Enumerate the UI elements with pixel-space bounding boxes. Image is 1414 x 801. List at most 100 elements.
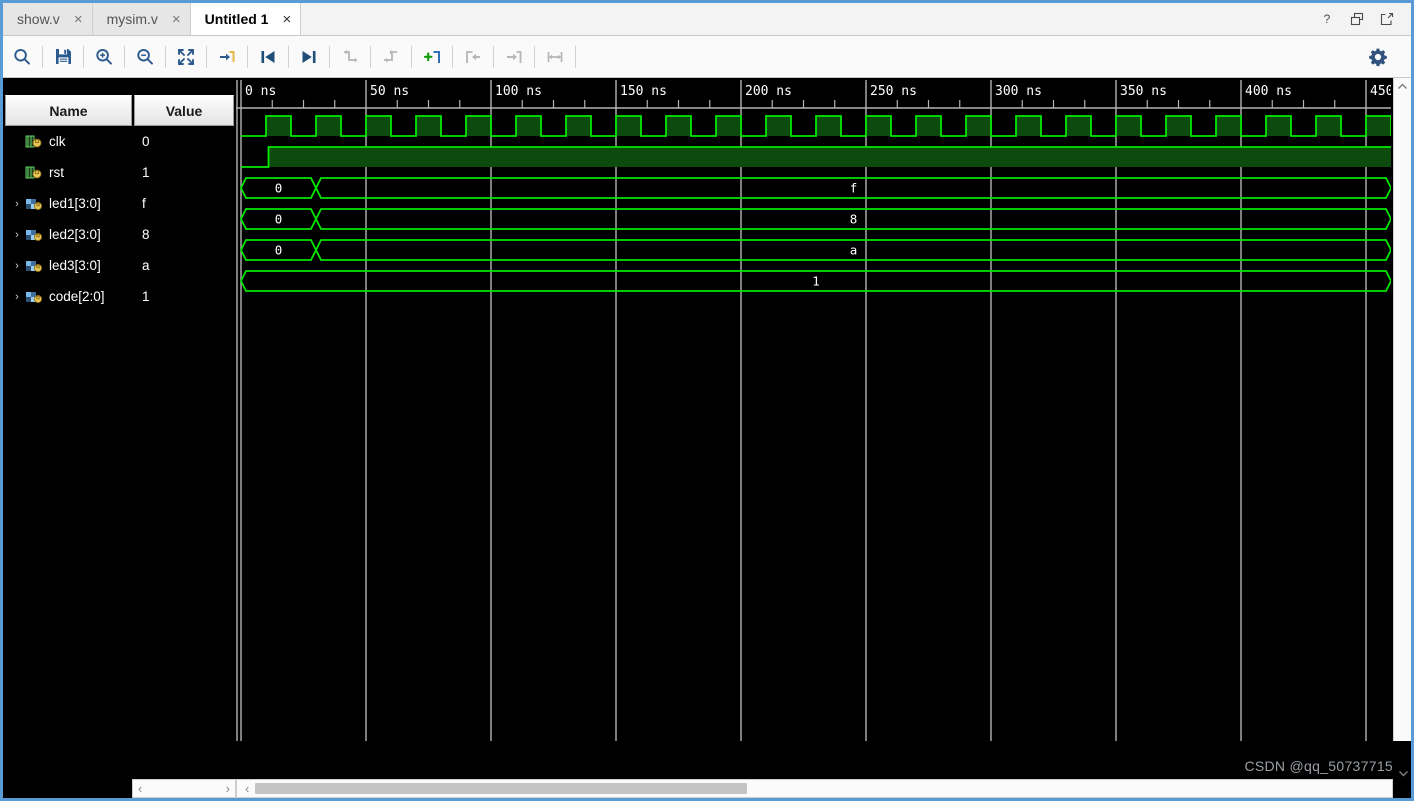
signal-name: led3[3:0] [49, 258, 101, 273]
signal-table-header: Name Value [3, 95, 236, 126]
signal-row-rst[interactable]: rst 1 [3, 157, 236, 188]
svg-text:0: 0 [275, 212, 283, 227]
signal-name-cell[interactable]: › led2[3:0] [5, 219, 132, 250]
toolbar-separator [124, 45, 125, 68]
close-icon[interactable]: × [172, 12, 181, 27]
waveform-canvas[interactable]: 0 ns 50 ns 100 ns 150 ns 200 ns 250 ns 300 ns 3… [236, 78, 1391, 741]
toolbar-separator [493, 45, 494, 68]
wire-icon [25, 166, 43, 180]
previous-edge-button[interactable] [331, 37, 369, 77]
scroll-right-icon[interactable]: › [226, 781, 230, 796]
svg-text:?: ? [1324, 12, 1331, 26]
column-header-value[interactable]: Value [134, 95, 234, 126]
restore-window-icon[interactable] [1349, 11, 1365, 27]
float-window-icon[interactable] [1379, 11, 1395, 27]
signal-name-cell[interactable]: rst [5, 157, 132, 188]
tab-untitled-1[interactable]: Untitled 1 × [190, 3, 302, 35]
previous-transition-button[interactable] [249, 37, 287, 77]
scroll-up-icon[interactable] [1397, 78, 1408, 91]
signal-pane-footer: ‹ › [3, 741, 236, 798]
value-column-footer: ‹ › [132, 741, 236, 798]
column-header-name[interactable]: Name [5, 95, 132, 126]
signal-name-cell[interactable]: clk [5, 126, 132, 157]
scrollbar-thumb[interactable] [255, 783, 748, 794]
svg-text:1: 1 [812, 274, 820, 289]
signal-name-cell[interactable]: › led3[3:0] [5, 250, 132, 281]
toolbar-separator [329, 45, 330, 68]
waveform-scroll-area: 0 ns 50 ns 100 ns 150 ns 200 ns 250 ns 300 ns 3… [236, 78, 1411, 741]
zoom-fit-button[interactable] [167, 37, 205, 77]
svg-text:a: a [850, 243, 858, 258]
svg-text:400 ns: 400 ns [1245, 84, 1292, 99]
svg-text:250 ns: 250 ns [870, 84, 917, 99]
waveform-horizontal-scrollbar[interactable]: ‹ [236, 779, 1393, 798]
save-button[interactable] [44, 37, 82, 77]
previous-marker-button[interactable] [454, 37, 492, 77]
signal-name: led1[3:0] [49, 196, 101, 211]
signal-row-clk[interactable]: clk 0 [3, 126, 236, 157]
close-icon[interactable]: × [74, 12, 83, 27]
svg-text:200 ns: 200 ns [745, 84, 792, 99]
signal-name-cell[interactable]: › code[2:0] [5, 281, 132, 312]
scroll-left-icon[interactable]: ‹ [138, 781, 142, 796]
signal-value: f [142, 196, 146, 211]
signal-value: 1 [142, 165, 150, 180]
goto-marker-button[interactable] [208, 37, 246, 77]
zoom-out-button[interactable] [126, 37, 164, 77]
waveform-vertical-scrollbar[interactable] [1393, 78, 1411, 741]
signal-row-led1[interactable]: › led1[3:0] f [3, 188, 236, 219]
toolbar-separator [83, 45, 84, 68]
signal-row-led3[interactable]: › led3[3:0] a [3, 250, 236, 281]
toolbar-separator [42, 45, 43, 68]
chevron-right-icon[interactable]: › [9, 291, 25, 303]
signal-name: rst [49, 165, 64, 180]
toolbar-group-markers [413, 37, 577, 77]
toolbar-separator [370, 45, 371, 68]
signal-row-code[interactable]: › code[2:0] 1 [3, 281, 236, 312]
signal-name: led2[3:0] [49, 227, 101, 242]
settings-button[interactable] [1359, 37, 1397, 77]
bus-icon [25, 197, 43, 211]
tab-show-v[interactable]: show.v × [3, 3, 93, 35]
watermark-text: CSDN @qq_50737715 [1244, 758, 1393, 774]
chevron-right-icon[interactable]: › [9, 229, 25, 241]
svg-text:0: 0 [275, 243, 283, 258]
svg-text:0: 0 [275, 181, 283, 196]
toolbar-group-navigate [208, 37, 413, 77]
waveform-viewer-window: show.v × mysim.v × Untitled 1 × ? Name V… [0, 0, 1414, 801]
scroll-left-icon[interactable]: ‹ [241, 781, 253, 796]
toolbar-separator [534, 45, 535, 68]
toolbar-separator [288, 45, 289, 68]
tab-label: show.v [17, 11, 60, 27]
close-icon[interactable]: × [282, 12, 291, 27]
toolbar-separator [206, 45, 207, 68]
next-transition-button[interactable] [290, 37, 328, 77]
search-button[interactable] [3, 37, 41, 77]
toolbar-separator [452, 45, 453, 68]
tab-mysim-v[interactable]: mysim.v × [92, 3, 191, 35]
signal-value: a [142, 258, 150, 273]
column-divider [132, 126, 134, 741]
bus-icon [25, 228, 43, 242]
next-marker-button[interactable] [495, 37, 533, 77]
chevron-right-icon[interactable]: › [9, 198, 25, 210]
toolbar-separator [247, 45, 248, 68]
signal-name-cell[interactable]: › led1[3:0] [5, 188, 132, 219]
bus-icon [25, 290, 43, 304]
signal-list-pane: Name Value clk 0 rst 1 › led1[3:0] f › l… [3, 78, 236, 798]
signal-pane-top-strip [3, 78, 236, 95]
zoom-in-button[interactable] [85, 37, 123, 77]
signal-value: 8 [142, 227, 150, 242]
signal-pane-hscrollbar[interactable]: ‹ › [132, 779, 236, 798]
chevron-right-icon[interactable]: › [9, 260, 25, 272]
svg-text:f: f [850, 181, 858, 196]
next-edge-button[interactable] [372, 37, 410, 77]
scroll-down-icon[interactable] [1398, 769, 1409, 778]
svg-text:50 ns: 50 ns [370, 84, 409, 99]
waveform-body: Name Value clk 0 rst 1 › led1[3:0] f › l… [3, 78, 1411, 798]
help-icon[interactable]: ? [1319, 11, 1335, 27]
svg-text:450: 450 [1370, 84, 1391, 99]
signal-row-led2[interactable]: › led2[3:0] 8 [3, 219, 236, 250]
add-marker-button[interactable] [413, 37, 451, 77]
measure-button[interactable] [536, 37, 574, 77]
